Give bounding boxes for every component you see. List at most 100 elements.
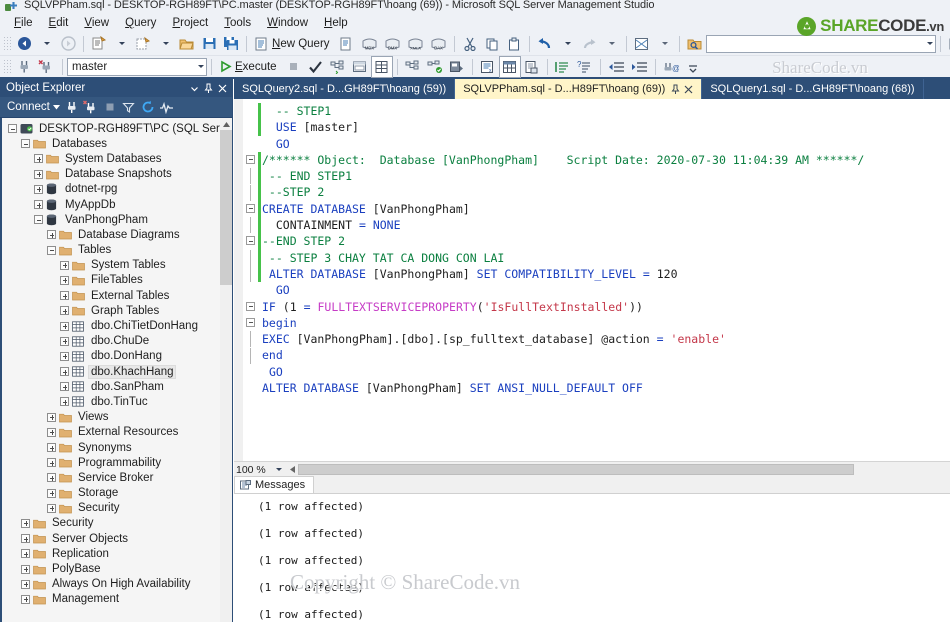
tree-node[interactable]: Always On High Availability — [2, 577, 232, 592]
code-line[interactable]: GO — [258, 364, 950, 380]
toolbar2-overflow-button[interactable] — [683, 57, 703, 77]
tree-node[interactable]: External Resources — [2, 425, 232, 440]
open-file-button[interactable] — [177, 34, 197, 54]
tree-node[interactable]: MyAppDb — [2, 197, 232, 212]
editor-tab[interactable]: SQLQuery1.sql - D...GH89FT\hoang (68)) — [702, 79, 924, 99]
tree-node[interactable]: Database Snapshots — [2, 167, 232, 182]
code-line[interactable]: GO — [258, 136, 950, 152]
code-line[interactable]: GO — [258, 282, 950, 298]
expand-icon[interactable] — [47, 503, 56, 513]
new-dax-query-button[interactable]: DAX — [428, 34, 449, 54]
new-query-button[interactable]: New Query — [252, 34, 335, 54]
collapse-icon[interactable] — [47, 245, 56, 255]
query-options-button[interactable] — [350, 57, 370, 77]
expand-icon[interactable] — [21, 534, 30, 544]
close-tab-icon[interactable] — [684, 85, 693, 94]
expand-icon[interactable] — [21, 594, 30, 604]
expand-icon[interactable] — [60, 275, 69, 285]
sql-server-object-explorer-button[interactable]: x — [946, 34, 950, 54]
tree-node[interactable]: Programmability — [2, 455, 232, 470]
tree-node[interactable]: Security — [2, 516, 232, 531]
new-mdx-query-button[interactable]: MDX — [359, 34, 380, 54]
editor-zoom-combo[interactable]: 100 % — [234, 462, 286, 477]
expand-icon[interactable] — [60, 306, 69, 316]
collapse-icon[interactable] — [34, 215, 43, 225]
window-menu-icon[interactable] — [187, 81, 201, 95]
code-line[interactable]: EXEC [VanPhongPham].[dbo].[sp_fulltext_d… — [258, 331, 950, 347]
tree-node[interactable]: Database Diagrams — [2, 227, 232, 242]
scroll-left-icon[interactable] — [286, 463, 298, 476]
code-line[interactable]: --END STEP 2 — [258, 233, 950, 250]
tree-node[interactable]: External Tables — [2, 288, 232, 303]
tree-node[interactable]: dbo.DonHang — [2, 349, 232, 364]
tree-node[interactable]: PolyBase — [2, 561, 232, 576]
execute-button[interactable]: Execute — [217, 57, 282, 77]
tree-node[interactable]: Views — [2, 410, 232, 425]
menu-project[interactable]: Project — [164, 16, 216, 30]
tree-node[interactable]: Security — [2, 501, 232, 516]
stop-object-explorer-icon[interactable] — [101, 98, 119, 116]
connect-dropdown-button[interactable]: Connect — [5, 101, 62, 113]
code-line[interactable]: IF (1 = FULLTEXTSERVICEPROPERTY('IsFullT… — [258, 299, 950, 315]
new-xmla-query-button[interactable]: XMLA — [405, 34, 426, 54]
tree-node[interactable]: Synonyms — [2, 440, 232, 455]
increase-indent-button[interactable] — [629, 57, 650, 77]
display-estimated-execution-plan-button[interactable] — [328, 57, 348, 77]
filter-icon[interactable] — [120, 98, 138, 116]
find-in-files-button[interactable] — [685, 34, 705, 54]
expand-icon[interactable] — [21, 518, 30, 528]
code-line[interactable]: USE [master] — [258, 119, 950, 136]
tree-node[interactable]: Management — [2, 592, 232, 607]
save-button[interactable] — [199, 34, 219, 54]
expand-icon[interactable] — [60, 351, 69, 361]
toolbar-search-combo[interactable] — [705, 34, 936, 53]
copy-button[interactable] — [482, 34, 502, 54]
navigate-forward-button[interactable] — [58, 34, 78, 54]
uncomment-lines-button[interactable]: ? — [575, 57, 595, 77]
include-live-query-statistics-button[interactable] — [425, 57, 445, 77]
tree-node[interactable]: dbo.TinTuc — [2, 394, 232, 409]
disconnect-object-explorer-icon[interactable] — [82, 98, 100, 116]
code-line[interactable]: ALTER DATABASE [VanPhongPham] SET ANSI_N… — [258, 380, 950, 396]
results-to-text-button[interactable]: x — [478, 57, 498, 77]
results-to-grid-toggle[interactable] — [498, 55, 521, 78]
scrollbar-thumb[interactable] — [220, 130, 232, 285]
results-to-grid-button[interactable] — [370, 55, 393, 78]
expand-icon[interactable] — [60, 260, 69, 270]
tab-messages[interactable]: Messages — [234, 476, 315, 493]
messages-output[interactable]: (1 row affected) (1 row affected) (1 row a… — [234, 494, 950, 622]
tree-node[interactable]: Service Broker — [2, 470, 232, 485]
stop-button[interactable] — [284, 57, 304, 77]
refresh-icon[interactable] — [139, 98, 157, 116]
editor-horizontal-scrollbar[interactable] — [286, 463, 950, 476]
toolbar-grip[interactable] — [3, 35, 11, 52]
menu-help[interactable]: Help — [316, 16, 356, 30]
show-diagram-dropdown[interactable] — [654, 34, 674, 54]
expand-icon[interactable] — [47, 443, 56, 453]
undo-button[interactable] — [535, 34, 555, 54]
fold-collapse-icon[interactable] — [246, 301, 255, 311]
object-explorer-scrollbar[interactable] — [220, 118, 232, 622]
undo-dropdown[interactable] — [557, 34, 577, 54]
expand-icon[interactable] — [47, 488, 56, 498]
redo-button[interactable] — [579, 34, 599, 54]
code-line[interactable]: -- STEP1 — [258, 103, 950, 120]
specify-values-for-template-parameters-button[interactable]: @ — [661, 57, 681, 77]
tree-node[interactable]: Tables — [2, 243, 232, 258]
expand-icon[interactable] — [47, 427, 56, 437]
editor-code-lines[interactable]: -- STEP1 USE [master] GO/****** Object: … — [258, 99, 950, 461]
expand-icon[interactable] — [60, 291, 69, 301]
tree-node[interactable]: dotnet-rpg — [2, 182, 232, 197]
expand-icon[interactable] — [34, 169, 43, 179]
tree-node[interactable]: Storage — [2, 486, 232, 501]
auto-hide-pin-icon[interactable] — [201, 81, 215, 95]
decrease-indent-button[interactable] — [606, 57, 627, 77]
toolbar-grip-2[interactable] — [3, 58, 11, 75]
tree-node[interactable]: dbo.ChiTietDonHang — [2, 318, 232, 333]
new-project-dropdown[interactable] — [155, 34, 175, 54]
fold-collapse-icon[interactable] — [246, 236, 255, 246]
expand-icon[interactable] — [34, 154, 43, 164]
code-line[interactable]: -- STEP 3 CHAY TAT CA DONG CON LAI — [258, 249, 950, 266]
editor-tab[interactable]: SQLQuery2.sql - D...GH89FT\hoang (59)) — [234, 79, 456, 99]
parse-button[interactable] — [306, 57, 326, 77]
